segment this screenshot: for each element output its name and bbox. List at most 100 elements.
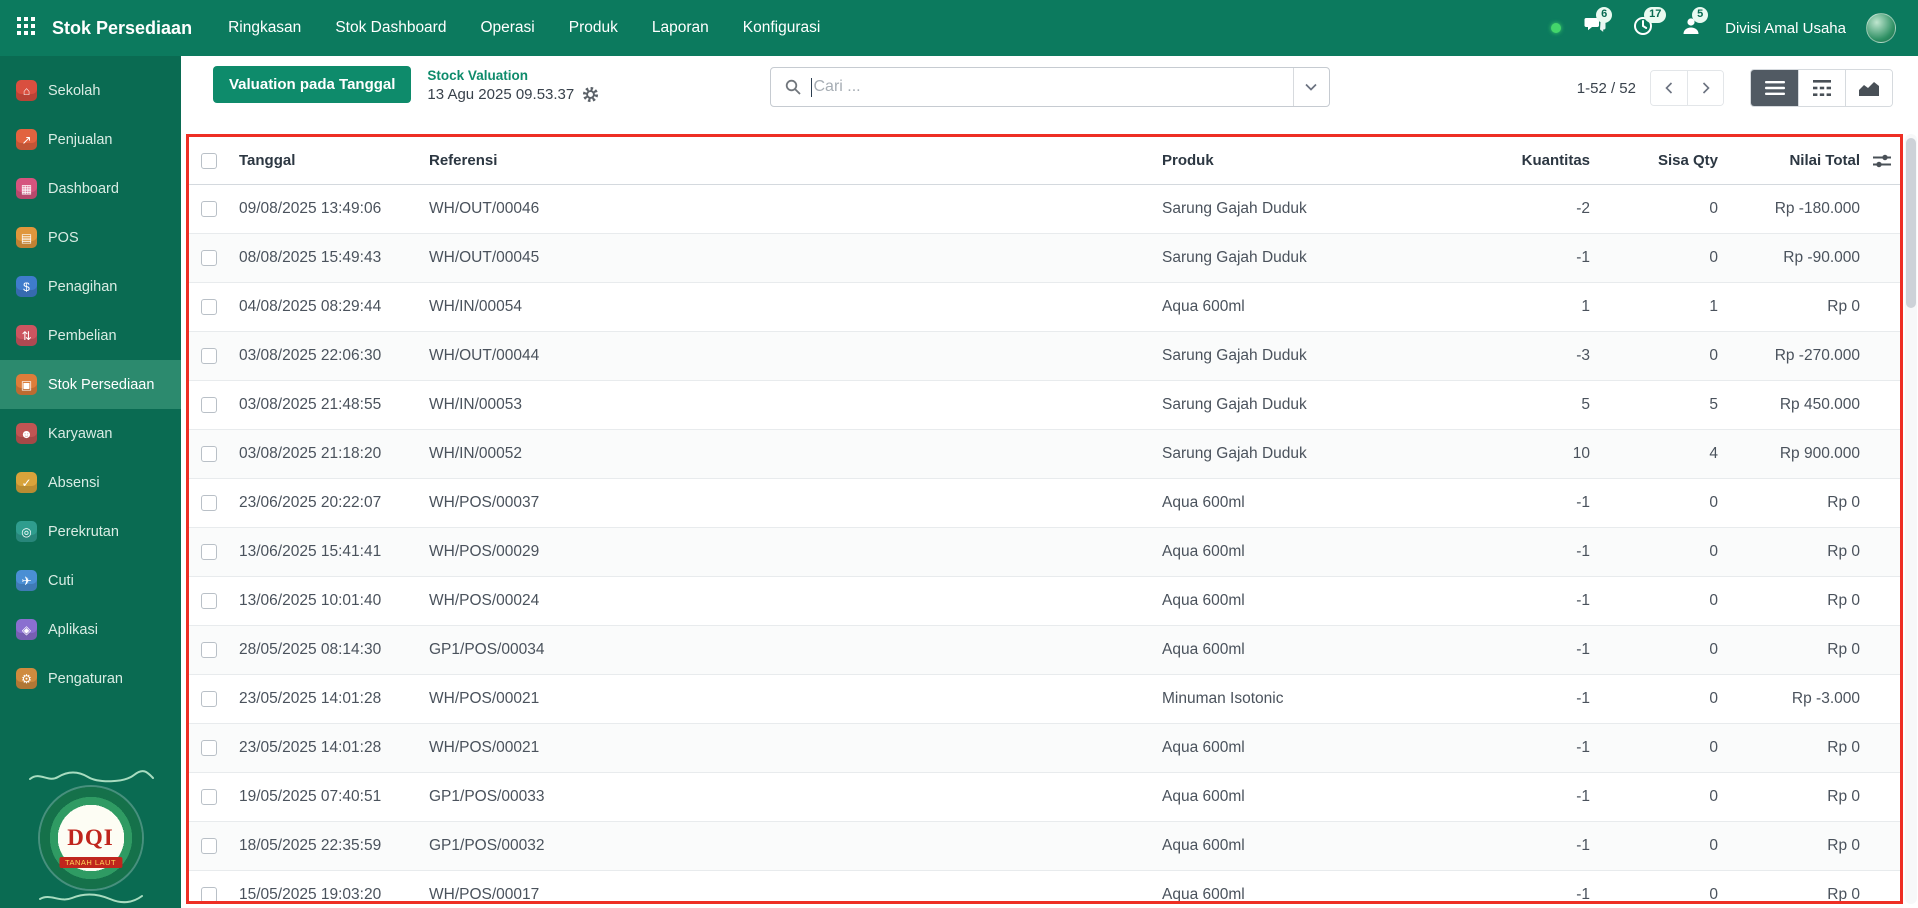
row-checkbox[interactable]: [201, 789, 217, 805]
table-row[interactable]: 13/06/2025 15:41:41 WH/POS/00029 Aqua 600m…: [189, 528, 1900, 577]
table-row[interactable]: 23/06/2025 20:22:07 WH/POS/00037 Aqua 600m…: [189, 479, 1900, 528]
table-row[interactable]: 28/05/2025 08:14:30 GP1/POS/00034 Aqua 600…: [189, 626, 1900, 675]
cell-nilai-total: Rp -180.000: [1774, 200, 1860, 217]
table-row[interactable]: 18/05/2025 22:35:59 GP1/POS/00032 Aqua 600…: [189, 822, 1900, 871]
scrollbar-thumb[interactable]: [1906, 138, 1916, 308]
table-row[interactable]: 03/08/2025 22:06:30 WH/OUT/00044 Sarung Ga…: [189, 332, 1900, 381]
sidebar-item-aplikasi[interactable]: ◈ Aplikasi: [0, 605, 181, 654]
apps-menu-button[interactable]: [0, 0, 52, 56]
optional-columns-button[interactable]: [1864, 154, 1900, 168]
sidebar-item-penagihan[interactable]: $ Penagihan: [0, 262, 181, 311]
row-checkbox[interactable]: [201, 887, 217, 901]
menu-laporan[interactable]: Laporan: [652, 19, 709, 37]
sidebar-item-dashboard[interactable]: ▦ Dashboard: [0, 164, 181, 213]
column-header-sisa-qty[interactable]: Sisa Qty: [1594, 152, 1722, 169]
requests-button[interactable]: 5: [1677, 7, 1709, 42]
row-checkbox[interactable]: [201, 544, 217, 560]
row-checkbox[interactable]: [201, 691, 217, 707]
perekrutan-app-icon: ◎: [16, 521, 37, 542]
row-checkbox[interactable]: [201, 593, 217, 609]
row-checkbox[interactable]: [201, 838, 217, 854]
topbar-menu: Ringkasan Stok Dashboard Operasi Produk Lapo…: [228, 19, 820, 37]
menu-konfigurasi[interactable]: Konfigurasi: [743, 19, 821, 37]
cell-tanggal: 03/08/2025 22:06:30: [239, 347, 382, 364]
pager-previous-button[interactable]: [1651, 71, 1687, 105]
sidebar-item-pembelian[interactable]: ⇅ Pembelian: [0, 311, 181, 360]
sidebar-item-perekrutan[interactable]: ◎ Perekrutan: [0, 507, 181, 556]
cell-tanggal: 15/05/2025 19:03:20: [239, 886, 382, 903]
app-title[interactable]: Stok Persediaan: [52, 18, 192, 39]
menu-operasi[interactable]: Operasi: [480, 19, 534, 37]
search-filter-toggle[interactable]: [1292, 68, 1329, 106]
messages-button[interactable]: 6: [1581, 7, 1613, 42]
view-title[interactable]: Stock Valuation: [427, 68, 599, 83]
sidebar-item-pos[interactable]: ▤ POS: [0, 213, 181, 262]
view-settings-gear-icon[interactable]: [582, 86, 599, 103]
sidebar-item-label: Pembelian: [48, 327, 117, 344]
row-checkbox[interactable]: [201, 495, 217, 511]
vertical-scrollbar[interactable]: [1905, 134, 1917, 904]
cell-referensi: GP1/POS/00032: [429, 837, 545, 854]
view-graph-button[interactable]: [1845, 70, 1892, 106]
column-header-referensi[interactable]: Referensi: [419, 152, 1152, 169]
pembelian-app-icon: ⇅: [16, 325, 37, 346]
row-checkbox[interactable]: [201, 642, 217, 658]
column-header-nilai-total[interactable]: Nilai Total: [1722, 152, 1864, 169]
arabic-calligraphy-top: [28, 770, 154, 783]
table-row[interactable]: 03/08/2025 21:48:55 WH/IN/00053 Sarung Gaj…: [189, 381, 1900, 430]
messages-badge: 6: [1596, 7, 1613, 23]
cell-kuantitas: -2: [1576, 200, 1590, 217]
sidebar-item-karyawan[interactable]: ☻ Karyawan: [0, 409, 181, 458]
table-row[interactable]: 23/05/2025 14:01:28 WH/POS/00021 Aqua 600m…: [189, 724, 1900, 773]
pager-next-button[interactable]: [1687, 71, 1723, 105]
sidebar-item-label: Cuti: [48, 572, 74, 589]
table-row[interactable]: 08/08/2025 15:49:43 WH/OUT/00045 Sarung Ga…: [189, 234, 1900, 283]
column-header-produk[interactable]: Produk: [1152, 152, 1494, 169]
view-list-button[interactable]: [1751, 70, 1798, 106]
sidebar-item-penjualan[interactable]: ↗ Penjualan: [0, 115, 181, 164]
table-row[interactable]: 09/08/2025 13:49:06 WH/OUT/00046 Sarung Ga…: [189, 185, 1900, 234]
select-all-checkbox[interactable]: [201, 152, 217, 169]
cell-produk: Sarung Gajah Duduk: [1162, 445, 1307, 462]
row-checkbox[interactable]: [201, 201, 217, 217]
row-checkbox[interactable]: [201, 446, 217, 462]
cell-tanggal: 13/06/2025 10:01:40: [239, 592, 382, 609]
menu-produk[interactable]: Produk: [569, 19, 618, 37]
cell-kuantitas: -1: [1576, 249, 1590, 266]
menu-ringkasan[interactable]: Ringkasan: [228, 19, 301, 37]
search-bar: [769, 67, 1330, 107]
sidebar-item-stok-persediaan[interactable]: ▣ Stok Persediaan: [0, 360, 181, 409]
menu-stok-dashboard[interactable]: Stok Dashboard: [335, 19, 446, 37]
view-pivot-button[interactable]: [1798, 70, 1845, 106]
sidebar-item-cuti[interactable]: ✈ Cuti: [0, 556, 181, 605]
valuation-at-date-button[interactable]: Valuation pada Tanggal: [213, 66, 412, 103]
activities-button[interactable]: 17: [1629, 7, 1667, 42]
cell-kuantitas: -1: [1576, 543, 1590, 560]
row-checkbox[interactable]: [201, 740, 217, 756]
sidebar-item-sekolah[interactable]: ⌂ Sekolah: [0, 66, 181, 115]
sidebar-item-label: Dashboard: [48, 180, 119, 197]
pivot-view-icon: [1813, 80, 1831, 96]
column-header-tanggal[interactable]: Tanggal: [229, 152, 419, 169]
company-name[interactable]: Divisi Amal Usaha: [1725, 20, 1846, 37]
sidebar-item-pengaturan[interactable]: ⚙ Pengaturan: [0, 654, 181, 703]
requests-badge: 5: [1692, 7, 1709, 23]
row-checkbox[interactable]: [201, 397, 217, 413]
sidebar-item-absensi[interactable]: ✓ Absensi: [0, 458, 181, 507]
table-row[interactable]: 04/08/2025 08:29:44 WH/IN/00054 Aqua 600ml…: [189, 283, 1900, 332]
table-row[interactable]: 15/05/2025 19:03:20 WH/POS/00017 Aqua 600m…: [189, 871, 1900, 903]
user-avatar[interactable]: [1866, 13, 1896, 43]
row-checkbox[interactable]: [201, 299, 217, 315]
row-checkbox[interactable]: [201, 250, 217, 266]
cell-sisa-qty: 0: [1709, 592, 1718, 609]
cell-nilai-total: Rp -3.000: [1791, 690, 1860, 707]
table-row[interactable]: 23/05/2025 14:01:28 WH/POS/00021 Minuman I…: [189, 675, 1900, 724]
cell-produk: Aqua 600ml: [1162, 543, 1245, 560]
cell-sisa-qty: 0: [1709, 641, 1718, 658]
search-input[interactable]: [813, 78, 1293, 96]
column-header-kuantitas[interactable]: Kuantitas: [1494, 152, 1594, 169]
table-row[interactable]: 03/08/2025 21:18:20 WH/IN/00052 Sarung Gaj…: [189, 430, 1900, 479]
row-checkbox[interactable]: [201, 348, 217, 364]
table-row[interactable]: 13/06/2025 10:01:40 WH/POS/00024 Aqua 600m…: [189, 577, 1900, 626]
table-row[interactable]: 19/05/2025 07:40:51 GP1/POS/00033 Aqua 600…: [189, 773, 1900, 822]
